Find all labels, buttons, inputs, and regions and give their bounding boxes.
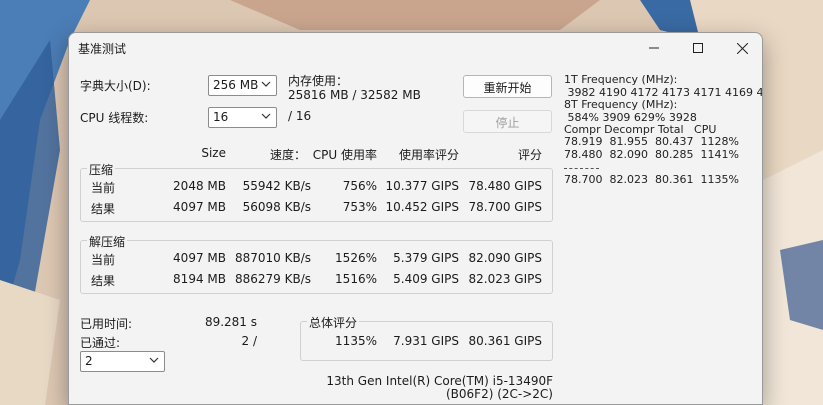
elapsed-time-value: 89.281 s (204, 315, 257, 329)
passed-value: 2 / (241, 334, 258, 348)
memory-usage-label: 内存使用： (288, 74, 349, 88)
usage-rating-value: 10.452 GIPS (385, 200, 460, 214)
passes-select[interactable]: 2 (80, 351, 165, 372)
minimize-button[interactable] (632, 33, 676, 63)
cpu-threads-total: / 16 (288, 109, 312, 123)
usage-rating-value: 5.409 GIPS (393, 272, 459, 286)
col-header-cpu-usage: CPU 使用率 (312, 148, 377, 162)
cpu-value: 1516% (335, 272, 377, 286)
chevron-down-icon (261, 81, 271, 87)
dict-size-select[interactable]: 256 MB (208, 75, 277, 96)
cpu-value: 1526% (335, 251, 377, 265)
compress-title: 压缩 (87, 161, 116, 178)
passed-label: 已通过: (80, 336, 121, 350)
log-line: 78.919 81.955 80.437 1128% (564, 135, 739, 148)
total-rating-title: 总体评分 (307, 314, 360, 331)
chevron-down-icon (261, 113, 271, 119)
speed-value: 56098 KB/s (242, 200, 311, 214)
size-value: 8194 MB (173, 272, 226, 286)
stop-button[interactable]: 停止 (463, 110, 552, 133)
close-button[interactable] (720, 33, 762, 63)
log-separator (564, 168, 599, 169)
cpu-threads-label: CPU 线程数: (80, 111, 149, 125)
col-header-rating: 评分 (517, 148, 542, 162)
size-value: 4097 MB (173, 200, 226, 214)
decompress-title: 解压缩 (87, 233, 128, 250)
row-label: 结果 (91, 274, 116, 288)
rating-value: 82.090 GIPS (468, 251, 543, 265)
total-rating-value: 80.361 GIPS (468, 334, 543, 348)
usage-rating-value: 5.379 GIPS (393, 251, 459, 265)
dict-size-label: 字典大小(D): (80, 79, 151, 93)
minimize-icon (649, 47, 659, 49)
row-label: 当前 (91, 253, 116, 267)
cpu-threads-value: 16 (213, 110, 229, 124)
col-header-speed: 速度： (269, 148, 306, 162)
cpu-model: 13th Gen Intel(R) Core(TM) i5-13490F (326, 374, 553, 388)
speed-value: 55942 KB/s (242, 179, 311, 193)
cpu-value: 756% (342, 179, 377, 193)
log-line: 78.700 82.023 80.361 1135% (564, 173, 739, 186)
elapsed-time-label: 已用时间: (80, 317, 133, 331)
benchmark-dialog: 基准测试 字典大小(D): 256 MB 内存使用： 25816 MB / 32… (68, 32, 763, 405)
maximize-button[interactable] (676, 33, 720, 63)
dict-size-value: 256 MB (213, 78, 259, 92)
window-title: 基准测试 (78, 42, 127, 56)
col-header-size: Size (201, 146, 226, 160)
size-value: 2048 MB (173, 179, 226, 193)
title-bar: 基准测试 (69, 33, 762, 63)
rating-value: 82.023 GIPS (468, 272, 543, 286)
total-cpu-value: 1135% (335, 334, 377, 348)
row-label: 当前 (91, 181, 116, 195)
cpu-id: (B06F2) (2C->2C) (446, 387, 553, 401)
speed-value: 886279 KB/s (234, 272, 311, 286)
size-value: 4097 MB (173, 251, 226, 265)
log-line: 8T Frequency (MHz): (564, 98, 678, 111)
close-icon (736, 42, 748, 54)
cpu-threads-select[interactable]: 16 (208, 107, 277, 128)
passes-select-value: 2 (85, 354, 93, 368)
cpu-value: 753% (342, 200, 377, 214)
total-usage-rating-value: 7.931 GIPS (393, 334, 459, 348)
chevron-down-icon (149, 357, 159, 363)
rating-value: 78.700 GIPS (468, 200, 543, 214)
maximize-icon (693, 43, 703, 53)
speed-value: 887010 KB/s (234, 251, 311, 265)
memory-usage-value: 25816 MB / 32582 MB (288, 88, 421, 102)
rating-value: 78.480 GIPS (468, 179, 543, 193)
usage-rating-value: 10.377 GIPS (385, 179, 460, 193)
log-line: 1T Frequency (MHz): (564, 73, 678, 86)
col-header-usage-rating: 使用率评分 (398, 148, 459, 162)
log-line: 78.480 82.090 80.285 1141% (564, 148, 739, 161)
restart-button[interactable]: 重新开始 (463, 75, 552, 98)
row-label: 结果 (91, 202, 116, 216)
